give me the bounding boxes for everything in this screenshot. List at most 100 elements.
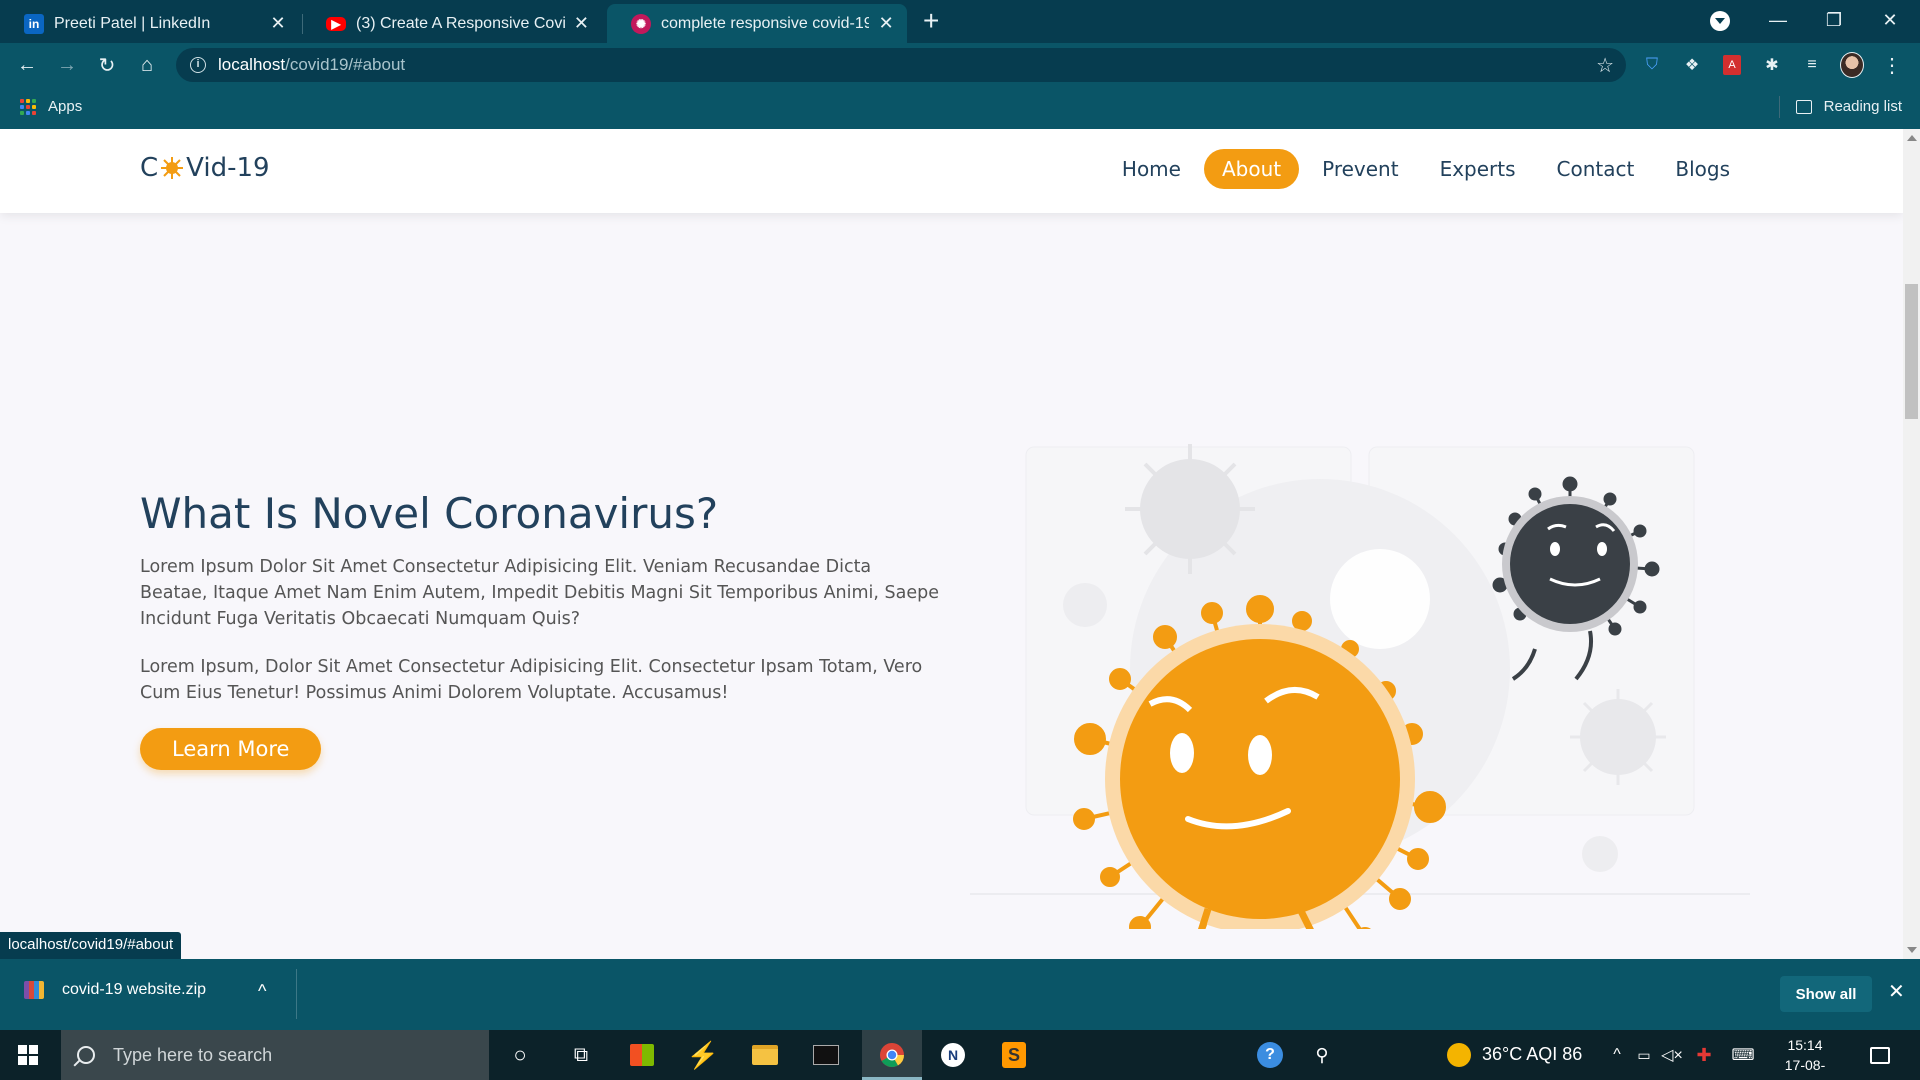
keyboard-icon[interactable]: ⌨ xyxy=(1726,1030,1760,1080)
nav-experts[interactable]: Experts xyxy=(1422,149,1534,189)
scroll-down-icon[interactable] xyxy=(1907,947,1917,953)
nav-about[interactable]: About xyxy=(1203,149,1300,189)
microsoft-store-icon[interactable] xyxy=(617,1030,667,1080)
pdf-extension-icon[interactable]: A xyxy=(1720,53,1744,77)
reading-list-label: Reading list xyxy=(1823,98,1902,115)
tab-title: complete responsive covid-19 we xyxy=(661,14,870,32)
learn-more-button[interactable]: Learn More xyxy=(140,728,322,770)
tab-title: (3) Create A Responsive Covid-19 xyxy=(356,14,565,32)
tab-search-icon[interactable] xyxy=(1710,11,1730,31)
status-url-bubble: localhost/covid19/#about xyxy=(0,932,182,959)
bookmark-separator xyxy=(1779,96,1780,118)
show-all-button[interactable]: Show all xyxy=(1780,976,1872,1012)
action-center-icon[interactable] xyxy=(1860,1030,1900,1080)
scroll-up-icon[interactable] xyxy=(1907,135,1917,141)
clock-time: 15:14 xyxy=(1787,1037,1823,1053)
people-icon[interactable]: ⚲ xyxy=(1302,1030,1342,1080)
cortana-icon[interactable]: ○ xyxy=(495,1030,545,1080)
site-logo[interactable]: C Vid-19 xyxy=(140,153,270,183)
windows-start-icon[interactable] xyxy=(0,1030,56,1080)
address-bar[interactable]: i localhost/covid19/#about ☆ xyxy=(176,48,1626,82)
taskbar-search-input[interactable]: Type here to search xyxy=(61,1030,489,1080)
coronavirus-illustration xyxy=(970,444,1750,929)
download-item[interactable]: covid-19 website.zip xyxy=(24,981,206,999)
page-scrollbar[interactable] xyxy=(1903,129,1920,959)
chrome-icon xyxy=(880,1043,904,1068)
sublime-text-icon[interactable]: S xyxy=(989,1030,1039,1080)
tab-linkedin[interactable]: in Preeti Patel | LinkedIn ✕ xyxy=(0,4,300,43)
reading-list-icon xyxy=(1795,99,1812,114)
chrome-taskbar-button[interactable] xyxy=(862,1030,922,1080)
shield-extension-icon[interactable]: ⛉ xyxy=(1640,53,1664,77)
battery-icon[interactable]: ▭ xyxy=(1632,1030,1656,1080)
download-separator xyxy=(296,969,297,1019)
about-paragraph-1: Lorem Ipsum Dolor Sit Amet Consectetur A… xyxy=(140,557,940,629)
minimize-icon[interactable]: — xyxy=(1750,0,1806,40)
url-path: /covid19/#about xyxy=(285,55,406,74)
main-nav: Home About Prevent Experts Contact Blogs xyxy=(1099,149,1748,189)
task-view-icon[interactable]: ⧉ xyxy=(556,1030,606,1080)
download-bar: covid-19 website.zip ^ Show all ✕ xyxy=(0,959,1920,1030)
nav-blogs[interactable]: Blogs xyxy=(1657,149,1748,189)
more-menu-icon[interactable]: ⋮ xyxy=(1880,53,1904,77)
help-icon[interactable]: ? xyxy=(1250,1030,1290,1080)
nav-prevent[interactable]: Prevent xyxy=(1304,149,1416,189)
weather-text[interactable]: 36°C AQI 86 xyxy=(1482,1044,1582,1065)
bookmarks-bar: Apps Reading list xyxy=(0,88,1920,129)
volume-icon[interactable]: ◁× xyxy=(1660,1030,1684,1080)
file-explorer-icon[interactable] xyxy=(740,1030,790,1080)
restore-icon[interactable]: ❐ xyxy=(1806,0,1862,40)
new-tab-plus-icon[interactable]: + xyxy=(923,6,939,36)
home-icon[interactable]: ⌂ xyxy=(131,49,163,81)
scrollbar-thumb[interactable] xyxy=(1905,284,1918,419)
forward-arrow-icon[interactable]: → xyxy=(51,49,83,81)
extensions-puzzle-icon[interactable]: ✱ xyxy=(1760,53,1784,77)
virus-logo-icon xyxy=(161,157,184,179)
faint-virus-5 xyxy=(1582,836,1618,872)
media-queue-icon[interactable]: ≡ xyxy=(1800,53,1824,77)
faint-virus-2 xyxy=(1330,549,1430,649)
tab-strip: in Preeti Patel | LinkedIn ✕ ▶ (3) Creat… xyxy=(0,0,1920,43)
reload-icon[interactable]: ↻ xyxy=(91,49,123,81)
apps-label: Apps xyxy=(48,98,83,115)
apps-grid-icon xyxy=(20,98,36,115)
close-icon[interactable]: ✕ xyxy=(877,13,895,34)
avatar[interactable] xyxy=(1840,52,1864,78)
close-icon[interactable]: ✕ xyxy=(268,13,288,34)
dropbox-icon[interactable]: ❖ xyxy=(1680,53,1704,77)
tab-title: Preeti Patel | LinkedIn xyxy=(54,14,211,32)
close-icon[interactable]: ✕ xyxy=(573,13,590,34)
app-n-icon[interactable]: N xyxy=(928,1030,978,1080)
nav-contact[interactable]: Contact xyxy=(1539,149,1653,189)
tab-covid-site[interactable]: ✺ complete responsive covid-19 we ✕ xyxy=(607,4,907,43)
vscode-like-icon[interactable]: ⚡ xyxy=(678,1030,728,1080)
apps-shortcut[interactable]: Apps xyxy=(20,98,82,115)
chevron-up-tray-icon[interactable]: ^ xyxy=(1605,1030,1629,1080)
taskbar-clock[interactable]: 15:14 17-08-2021 xyxy=(1770,1035,1840,1080)
back-arrow-icon[interactable]: ← xyxy=(11,49,43,81)
logo-suffix: Vid-19 xyxy=(186,153,270,183)
address-url: localhost/covid19/#about xyxy=(218,55,405,75)
windows-taskbar: Type here to search ○ ⧉ ⚡ N S ? ⚲ 36°C A… xyxy=(0,1030,1920,1080)
terminal-icon[interactable] xyxy=(801,1030,851,1080)
reading-list-button[interactable]: Reading list xyxy=(1795,98,1902,115)
weather-icon[interactable] xyxy=(1444,1030,1474,1080)
site-icon: ✺ xyxy=(631,13,651,34)
page-viewport: C Vid-19 Home About Prevent Experts Cont… xyxy=(0,129,1903,959)
chevron-up-icon[interactable]: ^ xyxy=(258,981,266,1002)
tab-youtube[interactable]: ▶ (3) Create A Responsive Covid-19 ✕ xyxy=(302,4,602,43)
faint-virus-3 xyxy=(1570,689,1666,785)
windows-logo xyxy=(18,1045,38,1065)
youtube-icon: ▶ xyxy=(326,16,346,31)
site-info-icon[interactable]: i xyxy=(190,57,206,73)
notification-app-icon[interactable]: ✚ xyxy=(1692,1030,1716,1080)
nav-home[interactable]: Home xyxy=(1104,149,1199,189)
clock-date: 17-08-2021 xyxy=(1784,1057,1826,1080)
logo-prefix: C xyxy=(140,153,159,183)
bookmark-star-icon[interactable]: ☆ xyxy=(1596,53,1614,78)
linkedin-icon: in xyxy=(24,13,44,34)
close-download-bar-icon[interactable]: ✕ xyxy=(1888,979,1905,1004)
search-placeholder: Type here to search xyxy=(113,1044,273,1065)
window-close-icon[interactable]: ✕ xyxy=(1862,0,1918,40)
about-heading: What Is Novel Coronavirus? xyxy=(140,489,719,538)
